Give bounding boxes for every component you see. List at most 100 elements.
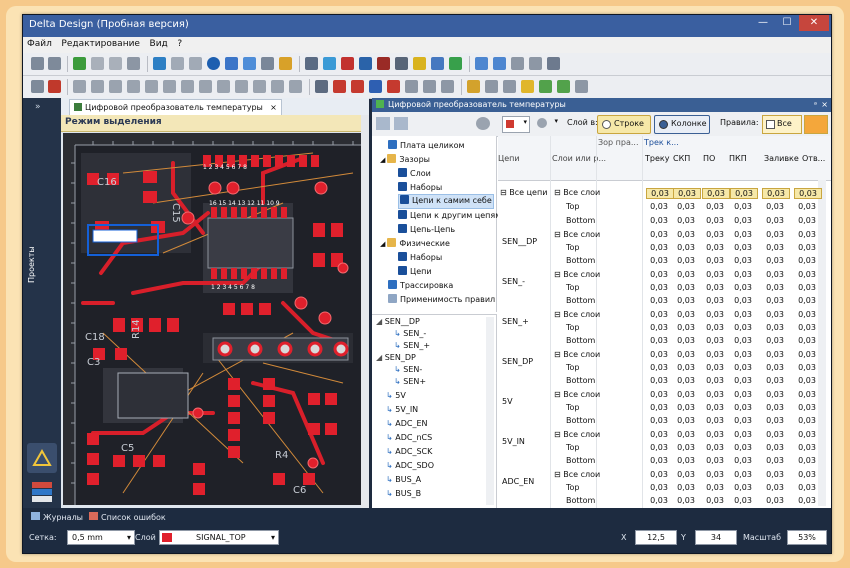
radio-column[interactable]: Колонке: [654, 115, 710, 134]
rule-value-cell[interactable]: 0,03: [673, 456, 699, 465]
net-name-cell[interactable]: 5V: [502, 397, 513, 406]
layer-cell[interactable]: Top: [566, 323, 580, 332]
rule-value-cell[interactable]: 0,03: [673, 270, 699, 279]
net-name-cell[interactable]: 5V_IN: [502, 437, 525, 446]
grid-row[interactable]: 5V Top 0,03 0,03 0,03 0,03 0,03 0,03: [498, 397, 818, 416]
forward-icon[interactable]: [394, 117, 408, 130]
rule-value-cell[interactable]: 0,03: [762, 310, 788, 319]
tab-pcb-document[interactable]: Цифровой преобразователь температуры ×: [69, 99, 282, 115]
rule-value-cell[interactable]: 0,03: [702, 283, 728, 292]
rule-value-cell[interactable]: 0,03: [762, 216, 788, 225]
move-icon[interactable]: [369, 80, 382, 93]
rule-value-cell[interactable]: 0,03: [673, 376, 699, 385]
grid-row[interactable]: ⊟ Все слои 0,03 0,03 0,03 0,03 0,03 0,03: [498, 350, 818, 363]
rule-value-cell[interactable]: 0,03: [762, 376, 788, 385]
net-item[interactable]: ↳ SEN-: [394, 365, 422, 374]
rule-value-cell[interactable]: 0,03: [762, 403, 788, 412]
rules-more-button[interactable]: [804, 115, 828, 134]
polygon-icon[interactable]: [405, 80, 418, 93]
tree-item-phys-sets[interactable]: Наборы: [398, 252, 442, 262]
undo-icon[interactable]: [91, 57, 104, 70]
net-item[interactable]: ↳ 5V: [386, 391, 406, 400]
tree-item-other-nets[interactable]: Цепи к другим цепям: [398, 210, 501, 220]
rule-value-cell[interactable]: 0,03: [702, 188, 730, 199]
gear-icon[interactable]: [476, 117, 490, 130]
rule-value-cell[interactable]: 0,03: [646, 443, 672, 452]
open-icon[interactable]: [127, 57, 140, 70]
net-item[interactable]: ◢ SEN_DP: [376, 353, 416, 362]
layer-cell[interactable]: Top: [566, 403, 580, 412]
highlight-icon[interactable]: [413, 57, 426, 70]
rule-value-cell[interactable]: 0,03: [794, 390, 820, 399]
rule-value-cell[interactable]: 0,03: [646, 283, 672, 292]
rule-value-cell[interactable]: 0,03: [762, 483, 788, 492]
rule-value-cell[interactable]: 0,03: [673, 483, 699, 492]
rule-value-cell[interactable]: 0,03: [646, 470, 672, 479]
header-col-po[interactable]: ПО: [703, 154, 715, 163]
align-top-icon[interactable]: [109, 80, 122, 93]
rule-value-cell[interactable]: 0,03: [762, 416, 788, 425]
layer-cell[interactable]: ⊟ Все слои: [554, 310, 600, 319]
back-icon[interactable]: [376, 117, 390, 130]
rule-value-cell[interactable]: 0,03: [730, 336, 756, 345]
mirror-icon[interactable]: [181, 80, 194, 93]
grid-row[interactable]: 5V_IN Top 0,03 0,03 0,03 0,03 0,03 0,03: [498, 437, 820, 456]
doc-icon[interactable]: [31, 80, 44, 93]
net-icon[interactable]: [359, 57, 372, 70]
rule-value-cell[interactable]: 0,03: [673, 390, 699, 399]
rule-value-cell[interactable]: 0,03: [702, 243, 728, 252]
rule-value-cell[interactable]: 0,03: [646, 363, 672, 372]
rule-value-cell[interactable]: 0,03: [794, 256, 820, 265]
rule-value-cell[interactable]: 0,03: [762, 283, 788, 292]
rule-value-cell[interactable]: 0,03: [762, 230, 788, 239]
rule-value-cell[interactable]: 0,03: [730, 310, 756, 319]
radio-row[interactable]: Строке: [597, 115, 651, 134]
layer-cell[interactable]: Top: [566, 202, 580, 211]
tree-item-applicability[interactable]: Применимость правил: [388, 294, 495, 304]
track-icon[interactable]: [333, 80, 346, 93]
tab-close-icon[interactable]: ×: [270, 100, 277, 115]
rule-value-cell[interactable]: 0,03: [702, 336, 728, 345]
grid-row[interactable]: Top 0,03 0,03 0,03 0,03 0,03 0,03: [498, 202, 818, 215]
rule-value-cell[interactable]: 0,03: [794, 202, 820, 211]
pad-icon[interactable]: [387, 80, 400, 93]
tree-item-net-net[interactable]: Цепь-Цепь: [398, 224, 455, 234]
rule-value-cell[interactable]: 0,03: [702, 470, 728, 479]
lock-icon[interactable]: [279, 57, 292, 70]
layer-cell[interactable]: Bottom: [566, 296, 595, 305]
layer-cell[interactable]: Top: [566, 443, 580, 452]
header-col-pkp[interactable]: ПКП: [729, 154, 747, 163]
library-icon[interactable]: [467, 80, 480, 93]
rule-value-cell[interactable]: 0,03: [794, 496, 820, 505]
layer-cell[interactable]: ⊟ Все слои: [554, 430, 600, 439]
layer-cell[interactable]: Top: [566, 243, 580, 252]
rule-value-cell[interactable]: 0,03: [762, 443, 788, 452]
rule-value-cell[interactable]: 0,03: [646, 202, 672, 211]
scale-field[interactable]: 53%: [787, 530, 827, 545]
rule-value-cell[interactable]: 0,03: [794, 443, 820, 452]
route-icon[interactable]: [323, 57, 336, 70]
rule-value-cell[interactable]: 0,03: [646, 483, 672, 492]
search-icon[interactable]: [243, 57, 256, 70]
rule-value-cell[interactable]: 0,03: [762, 323, 788, 332]
align-bottom-icon[interactable]: [127, 80, 140, 93]
layer-cell[interactable]: ⊟ Все слои: [554, 350, 600, 359]
rule-value-cell[interactable]: 0,03: [702, 376, 728, 385]
nets-scrollbar[interactable]: [486, 317, 494, 505]
rule-value-cell[interactable]: 0,03: [646, 310, 672, 319]
board-icon[interactable]: [395, 57, 408, 70]
copy-icon[interactable]: [171, 57, 184, 70]
refresh-icon[interactable]: [547, 57, 560, 70]
rule-value-cell[interactable]: 0,03: [794, 216, 820, 225]
rule-value-cell[interactable]: 0,03: [730, 188, 758, 199]
rule-value-cell[interactable]: 0,03: [730, 202, 756, 211]
rule-value-cell[interactable]: 0,03: [730, 390, 756, 399]
cut-icon[interactable]: [189, 57, 202, 70]
rule-value-cell[interactable]: 0,03: [794, 323, 820, 332]
via-icon[interactable]: [351, 80, 364, 93]
rule-value-cell[interactable]: 0,03: [762, 202, 788, 211]
rule-value-cell[interactable]: 0,03: [702, 310, 728, 319]
grid-row[interactable]: ⊟ Все слои 0,03 0,03 0,03 0,03 0,03 0,03: [498, 230, 818, 243]
rule-value-cell[interactable]: 0,03: [794, 430, 820, 439]
zoom-fit-icon[interactable]: [511, 57, 524, 70]
